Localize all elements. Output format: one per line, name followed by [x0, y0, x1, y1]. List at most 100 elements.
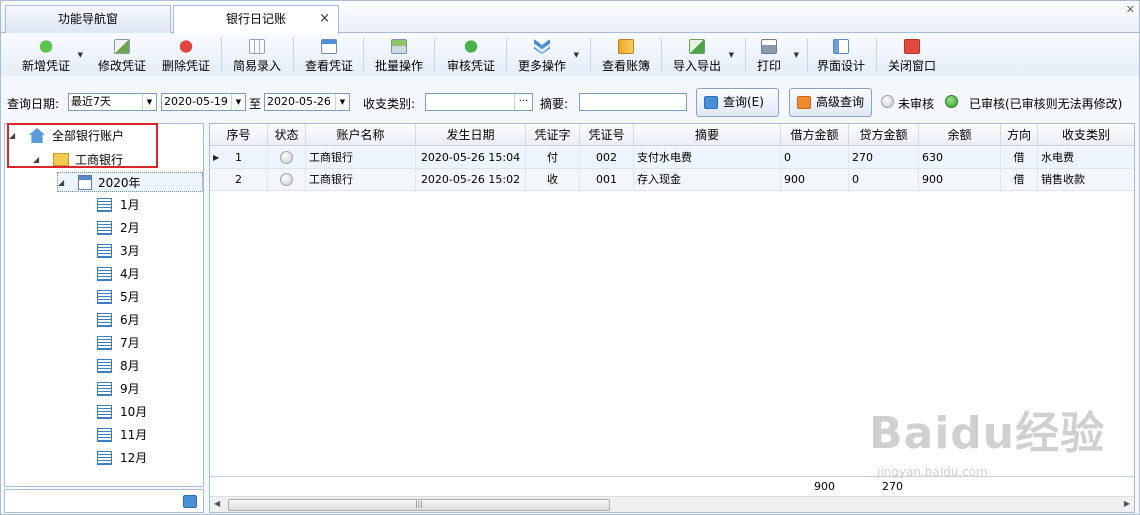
batch-op-button[interactable]: 批量操作 [372, 37, 426, 75]
ui-design-button[interactable]: 界面设计 [814, 37, 868, 75]
chevron-down-icon[interactable]: ▼ [794, 51, 799, 59]
delete-icon [178, 39, 194, 54]
tree-month-label: 1月 [120, 198, 140, 212]
cell-direction: 借 [1001, 147, 1038, 169]
summary-input[interactable] [579, 93, 687, 111]
simple-entry-button[interactable]: 简易录入 [230, 37, 284, 75]
table-row[interactable]: ▶ 1 工商银行 2020-05-26 15:04 付 002 支付水电费 0 270 630 借水… [210, 147, 1134, 169]
import-export-icon [689, 39, 705, 54]
date-label: 查询日期: [7, 97, 60, 111]
toolbar-separator [434, 38, 435, 72]
chevron-down-icon[interactable]: ▼ [335, 94, 349, 110]
date-to-picker[interactable]: 2020-05-26 ▼ [264, 93, 350, 111]
toolbar-separator [745, 38, 746, 72]
cell-summary: 存入现金 [634, 169, 781, 191]
summary-label: 摘要: [540, 97, 569, 111]
simple-entry-label: 简易录入 [232, 59, 281, 73]
advanced-query-label: 高级查询 [816, 95, 865, 109]
table-row[interactable]: 2 工商银行 2020-05-26 15:02 收 001 存入现金 900 0 900 借销售收… [210, 169, 1134, 191]
window-close-icon[interactable]: ✕ [1126, 3, 1135, 16]
date-from-value: 2020-05-19 [164, 95, 228, 108]
advanced-query-button[interactable]: 高级查询 [789, 88, 872, 117]
horizontal-scrollbar[interactable]: ◀ ||| ▶ [210, 496, 1134, 512]
column-header-debit[interactable]: 借方金额 [781, 124, 849, 146]
cell-credit: 0 [849, 169, 919, 191]
unaudited-label: 未审核 [898, 97, 935, 111]
date-from-picker[interactable]: 2020-05-19 ▼ [161, 93, 246, 111]
close-window-button[interactable]: 关闭窗口 [885, 37, 939, 75]
tab-bank-journal[interactable]: 银行日记账 × [173, 5, 339, 34]
print-label: 打印 [756, 59, 781, 73]
cell-date: 2020-05-26 15:02 [416, 169, 526, 191]
printer-icon [761, 39, 777, 54]
tree-month-label: 11月 [120, 428, 148, 442]
chevron-down-icon[interactable]: ▼ [142, 94, 156, 110]
close-tab-icon[interactable]: × [319, 6, 330, 32]
new-voucher-button[interactable]: 新增凭证 ▼ [19, 37, 83, 75]
tab-function-nav[interactable]: 功能导航窗 [5, 5, 171, 33]
tree-year-node[interactable]: ◢ 2020年 [57, 172, 203, 192]
column-header-category[interactable]: 收支类别 [1038, 124, 1134, 146]
check-icon [463, 39, 479, 54]
toolbar-separator [506, 38, 507, 72]
audit-voucher-button[interactable]: 审核凭证 [444, 37, 498, 75]
tab-label: 银行日记账 [225, 12, 286, 26]
watermark: Baidu经验 jingyan.baidu.com [869, 397, 1105, 479]
delete-voucher-button[interactable]: 删除凭证 [159, 37, 213, 75]
chevron-down-icon[interactable]: ▼ [231, 94, 245, 110]
batch-op-label: 批量操作 [374, 59, 423, 73]
tree-month-label: 12月 [120, 451, 148, 465]
column-header-account[interactable]: 账户名称 [306, 124, 416, 146]
tree-month-label: 9月 [120, 382, 140, 396]
chevron-down-icon[interactable]: ▼ [729, 51, 734, 59]
chevron-down-icon[interactable]: ▼ [78, 51, 83, 59]
cell-seq: 2 [210, 169, 268, 191]
column-header-direction[interactable]: 方向 [1001, 124, 1038, 146]
highlight-box [7, 123, 158, 168]
column-header-status[interactable]: 状态 [268, 124, 306, 146]
column-header-date[interactable]: 发生日期 [416, 124, 526, 146]
column-header-no[interactable]: 凭证号 [580, 124, 634, 146]
delete-voucher-label: 删除凭证 [161, 59, 210, 73]
column-header-summary[interactable]: 摘要 [634, 124, 781, 146]
grid-header: 序号 状态 账户名称 发生日期 凭证字 凭证号 摘要 借方金额 贷方金额 余额 方向 收支类别 [210, 124, 1134, 146]
scroll-right-icon[interactable]: ▶ [1124, 499, 1130, 508]
close-icon [904, 39, 920, 54]
column-header-credit[interactable]: 贷方金额 [849, 124, 919, 146]
date-range-value: 最近7天 [71, 95, 111, 108]
cell-debit: 0 [781, 147, 849, 169]
new-voucher-label: 新增凭证 [21, 59, 70, 73]
double-chevron-down-icon [534, 39, 550, 54]
cell-date: 2020-05-26 15:04 [416, 147, 526, 169]
grid-totals: 900 270 [210, 476, 1134, 496]
cell-status [268, 169, 306, 191]
category-input[interactable]: ··· [425, 93, 533, 111]
view-voucher-button[interactable]: 查看凭证 [302, 37, 356, 75]
edit-voucher-button[interactable]: 修改凭证 [95, 37, 149, 75]
scroll-left-icon[interactable]: ◀ [214, 499, 220, 508]
unaudited-status-icon [280, 172, 293, 186]
import-export-button[interactable]: 导入导出 ▼ [670, 37, 734, 75]
batch-icon [391, 39, 407, 54]
expand-panel-icon[interactable] [183, 495, 197, 508]
month-list-icon [97, 198, 112, 212]
column-header-seq[interactable]: 序号 [210, 124, 268, 146]
column-header-word[interactable]: 凭证字 [526, 124, 580, 146]
column-header-balance[interactable]: 余额 [919, 124, 1001, 146]
total-credit: 270 [882, 480, 903, 493]
more-icon[interactable]: ··· [514, 94, 532, 110]
query-button[interactable]: 查询(E) [696, 88, 779, 117]
cell-credit: 270 [849, 147, 919, 169]
chevron-down-icon[interactable]: ▼ [574, 51, 579, 59]
scrollbar-thumb[interactable]: ||| [228, 499, 610, 511]
more-ops-button[interactable]: 更多操作 ▼ [515, 37, 579, 75]
month-list-icon [97, 359, 112, 373]
date-range-select[interactable]: 最近7天 ▼ [68, 93, 157, 111]
total-debit: 900 [814, 480, 835, 493]
toolbar-separator [661, 38, 662, 72]
print-button[interactable]: 打印 ▼ [753, 37, 799, 75]
cell-account: 工商银行 [306, 169, 416, 191]
collapse-icon[interactable]: ◢ [58, 173, 64, 193]
view-ledger-button[interactable]: 查看账簿 [599, 37, 653, 75]
month-list-icon [97, 290, 112, 304]
